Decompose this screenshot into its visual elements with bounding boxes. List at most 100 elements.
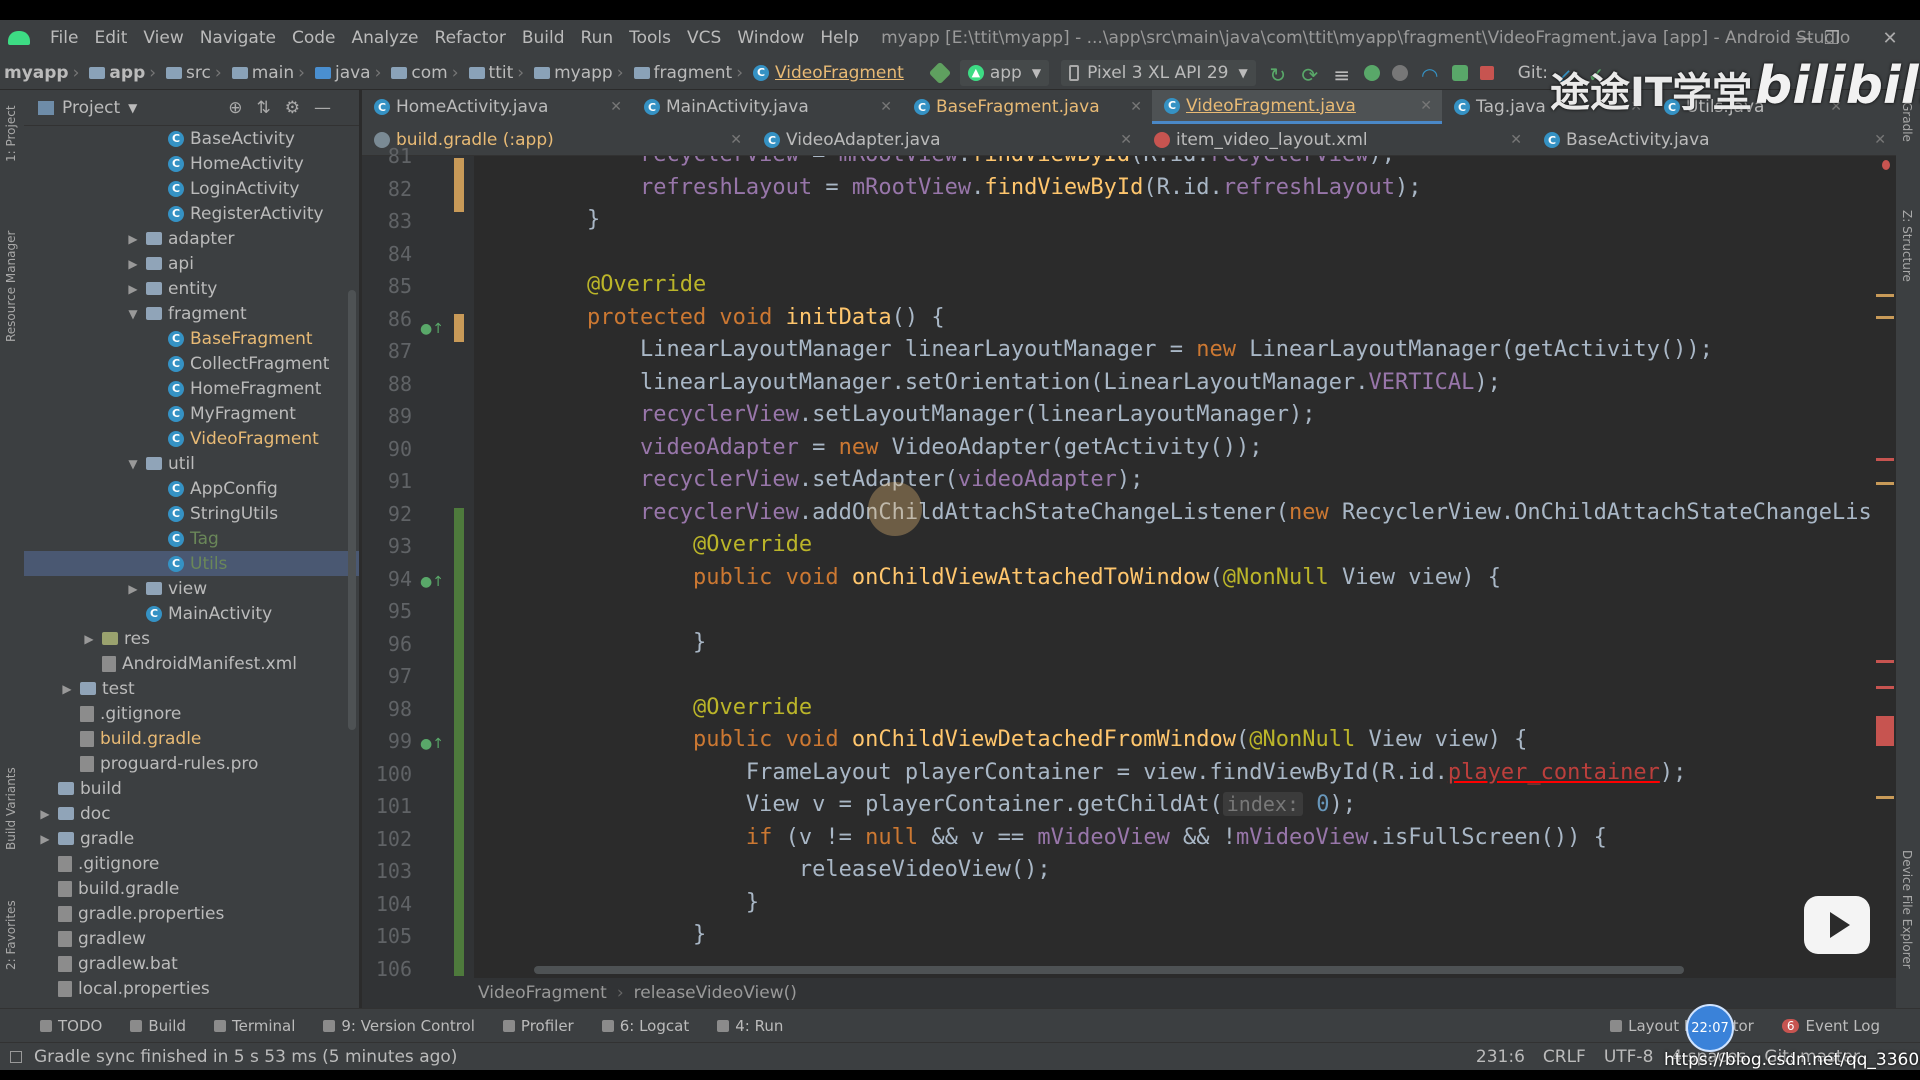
close-tab-icon[interactable]: ✕: [1874, 132, 1886, 148]
error-mark[interactable]: [1876, 660, 1894, 663]
menu-code[interactable]: Code: [292, 28, 336, 48]
tree-item-loginactivity[interactable]: C LoginActivity: [24, 176, 359, 201]
editor-tab-basefragment-java[interactable]: C BaseFragment.java ✕: [902, 90, 1152, 124]
crumb-current-class[interactable]: C VideoFragment: [747, 63, 904, 83]
chevron-right-icon[interactable]: ▶: [126, 282, 140, 296]
tree-item-build-gradle[interactable]: build.gradle: [24, 876, 359, 901]
version-control-tab[interactable]: 9: Version Control: [323, 1017, 475, 1035]
rerun-icon[interactable]: ↻: [1268, 63, 1288, 87]
crumb-src[interactable]: src ›: [160, 63, 222, 83]
override-icon[interactable]: ●↑: [420, 574, 444, 590]
attach-debugger-icon[interactable]: [1451, 64, 1468, 81]
crumb-ttit[interactable]: ttit ›: [463, 63, 524, 83]
crumb-myapp[interactable]: myapp ›: [0, 63, 79, 83]
project-view-select[interactable]: Project: [62, 98, 120, 118]
chevron-down-icon[interactable]: ▼: [128, 101, 137, 115]
logcat-tab[interactable]: 6: Logcat: [601, 1017, 689, 1035]
structure-tab[interactable]: Z: Structure: [1900, 210, 1914, 282]
crumb-app[interactable]: app ›: [83, 63, 156, 83]
tree-item-res[interactable]: ▶ res: [24, 626, 359, 651]
error-mark[interactable]: [1876, 716, 1894, 746]
menu-file[interactable]: File: [50, 28, 78, 48]
tree-item-build-gradle[interactable]: build.gradle: [24, 726, 359, 751]
event-log-tab[interactable]: 6 Event Log: [1781, 1017, 1880, 1035]
chevron-right-icon[interactable]: ▶: [126, 232, 140, 246]
resource-manager-tab[interactable]: Resource Manager: [4, 231, 18, 342]
tree-item-build[interactable]: build: [24, 776, 359, 801]
line-separator[interactable]: CRLF: [1543, 1047, 1586, 1067]
tree-item-mainactivity[interactable]: C MainActivity: [24, 601, 359, 626]
tree-item-gradlew-bat[interactable]: gradlew.bat: [24, 951, 359, 976]
tree-item-test[interactable]: ▶ test: [24, 676, 359, 701]
profiler-tab[interactable]: Profiler: [502, 1017, 574, 1035]
crumb-java[interactable]: java ›: [309, 63, 381, 83]
tree-item-tag[interactable]: C Tag: [24, 526, 359, 551]
menu-run[interactable]: Run: [581, 28, 614, 48]
tree-item-androidmanifest-xml[interactable]: AndroidManifest.xml: [24, 651, 359, 676]
tree-item-homeactivity[interactable]: C HomeActivity: [24, 151, 359, 176]
close-tab-icon[interactable]: ✕: [1120, 132, 1132, 148]
run-config-select[interactable]: ▲ app ▼: [959, 59, 1050, 86]
run-tab[interactable]: 4: Run: [717, 1017, 783, 1035]
close-tab-icon[interactable]: ✕: [1130, 99, 1142, 115]
status-message[interactable]: Gradle sync finished in 5 s 53 ms (5 min…: [34, 1047, 457, 1067]
tree-item-local-properties[interactable]: local.properties: [24, 976, 359, 1001]
vcs-change-marker[interactable]: [454, 314, 464, 342]
apply-code-changes-icon[interactable]: ≡: [1332, 63, 1352, 87]
crumb-fragment[interactable]: fragment ›: [628, 63, 743, 83]
horizontal-scrollbar[interactable]: [534, 966, 1684, 974]
profile-icon[interactable]: ◠: [1420, 63, 1440, 87]
hide-icon[interactable]: —: [314, 98, 345, 118]
tree-item-stringutils[interactable]: C StringUtils: [24, 501, 359, 526]
tree-item-view[interactable]: ▶ view: [24, 576, 359, 601]
tree-item-homefragment[interactable]: C HomeFragment: [24, 376, 359, 401]
editor-tab-homeactivity-java[interactable]: C HomeActivity.java ✕: [362, 90, 632, 124]
device-file-explorer-tab[interactable]: Device File Explorer: [1900, 850, 1914, 969]
menu-tools[interactable]: Tools: [629, 28, 671, 48]
menu-vcs[interactable]: VCS: [687, 28, 721, 48]
close-icon[interactable]: ✕: [1868, 20, 1912, 56]
close-tab-icon[interactable]: ✕: [730, 132, 742, 148]
apply-changes-icon[interactable]: ⟳: [1300, 63, 1320, 87]
tree-item-proguard-rules-pro[interactable]: proguard-rules.pro: [24, 751, 359, 776]
tree-item-util[interactable]: ▼ util: [24, 451, 359, 476]
video-play-icon[interactable]: [1804, 896, 1870, 954]
chevron-right-icon[interactable]: ▶: [126, 582, 140, 596]
override-icon[interactable]: ●↑: [420, 736, 444, 752]
tree-item-gradle-properties[interactable]: gradle.properties: [24, 901, 359, 926]
menu-analyze[interactable]: Analyze: [352, 28, 419, 48]
tree-scrollbar[interactable]: [348, 290, 356, 730]
vcs-change-marker[interactable]: [454, 158, 464, 212]
crumb-com[interactable]: com ›: [385, 63, 459, 83]
menu-help[interactable]: Help: [820, 28, 859, 48]
status-toggle-icon[interactable]: [10, 1050, 22, 1063]
terminal-tab[interactable]: Terminal: [213, 1017, 295, 1035]
tree-item-myfragment[interactable]: C MyFragment: [24, 401, 359, 426]
warning-mark[interactable]: [1876, 796, 1894, 799]
close-tab-icon[interactable]: ✕: [1510, 132, 1522, 148]
build-tab[interactable]: Build: [130, 1017, 186, 1035]
chevron-right-icon[interactable]: ▶: [38, 807, 52, 821]
device-select[interactable]: Pixel 3 XL API 29 ▼: [1061, 59, 1256, 86]
breadcrumb-class[interactable]: VideoFragment: [478, 983, 607, 1003]
tree-item--gitignore[interactable]: .gitignore: [24, 851, 359, 876]
locate-icon[interactable]: ⊕: [228, 98, 256, 118]
chevron-down-icon[interactable]: ▼: [126, 457, 140, 471]
tree-item-utils[interactable]: C Utils: [24, 551, 359, 576]
collapse-icon[interactable]: ⇅: [257, 98, 285, 118]
menu-edit[interactable]: Edit: [94, 28, 127, 48]
tree-item-adapter[interactable]: ▶ adapter: [24, 226, 359, 251]
tree-item-videofragment[interactable]: C VideoFragment: [24, 426, 359, 451]
file-encoding[interactable]: UTF-8: [1604, 1047, 1654, 1067]
stop-icon[interactable]: [1479, 65, 1494, 80]
error-indicator-icon[interactable]: [1882, 160, 1890, 170]
close-tab-icon[interactable]: ✕: [1420, 98, 1432, 114]
hammer-icon[interactable]: [928, 61, 952, 84]
menu-view[interactable]: View: [143, 28, 183, 48]
chevron-right-icon[interactable]: ▶: [82, 632, 96, 646]
editor-tab-baseactivity-java[interactable]: C BaseActivity.java ✕: [1532, 124, 1896, 156]
tree-item-fragment[interactable]: ▼ fragment: [24, 301, 359, 326]
warning-mark[interactable]: [1876, 316, 1894, 319]
breadcrumb-method[interactable]: releaseVideoView(): [634, 983, 797, 1003]
warning-mark[interactable]: [1876, 294, 1894, 297]
